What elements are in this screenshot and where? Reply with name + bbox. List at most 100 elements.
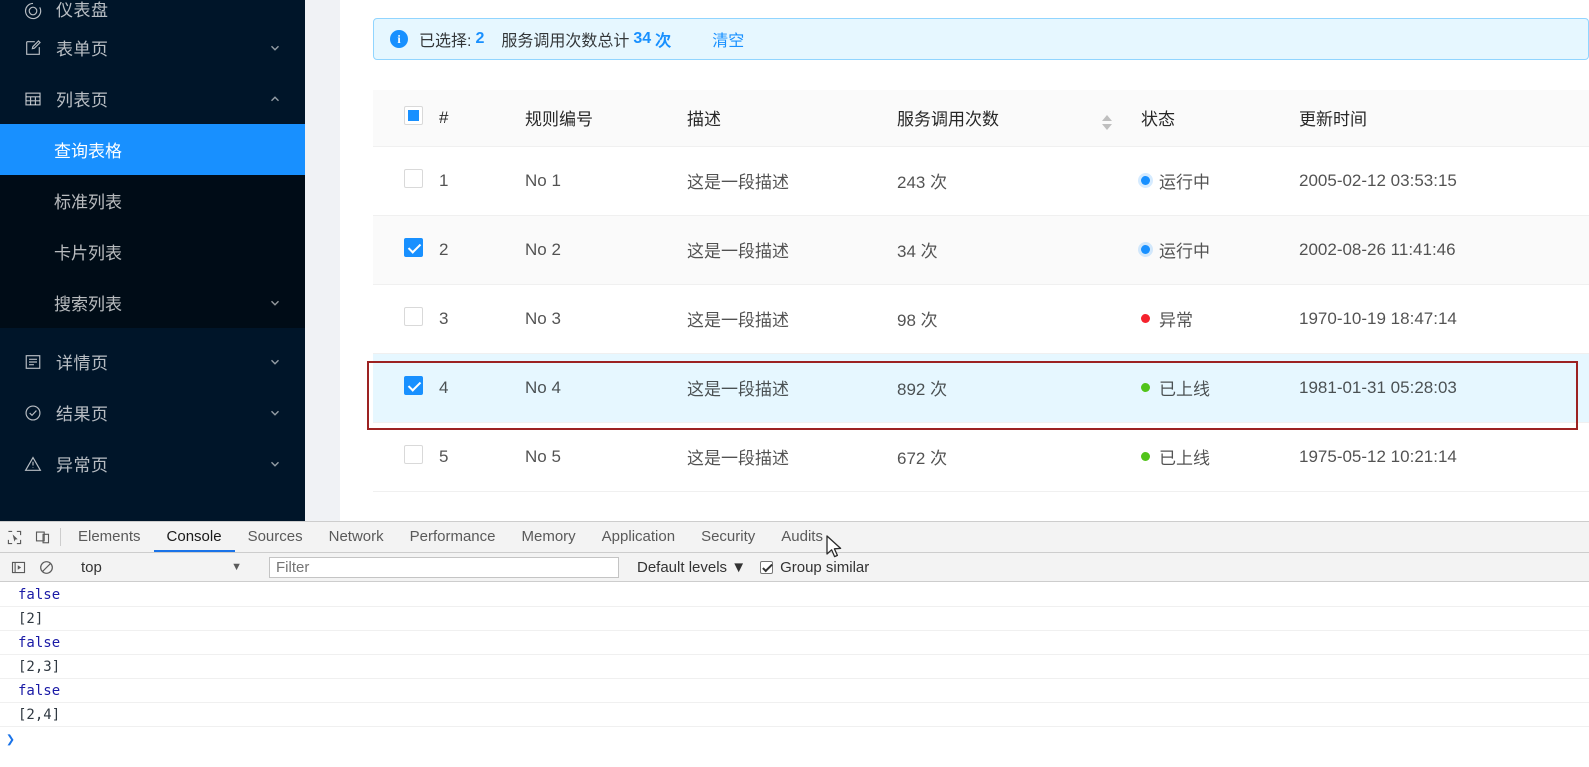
- table-row[interactable]: 2 No 2 这是一段描述 34 次 运行中 2002-08-26 11:41:…: [373, 215, 1589, 285]
- sidebar-subitem-label: 查询表格: [54, 142, 122, 161]
- row-spacer: [1102, 353, 1141, 423]
- row-status-cell: 异常: [1141, 284, 1299, 354]
- dashboard-icon: [23, 1, 43, 21]
- table-row[interactable]: 1 No 1 这是一段描述 243 次 运行中 2005-02-12 03:53…: [373, 146, 1589, 216]
- table-header-row: # 规则编号 描述 服务调用次数 状态 更新时间: [373, 90, 1589, 147]
- row-rule: No 3: [525, 284, 687, 354]
- sort-arrows-icon[interactable]: [1102, 114, 1112, 130]
- main-content: i 已选择: 2 服务调用次数总计 34 次 清空 # 规则编号 描述 服务调用…: [305, 0, 1589, 521]
- clear-console-icon[interactable]: [32, 560, 60, 575]
- select-all-checkbox[interactable]: [404, 105, 423, 125]
- console-line: [2,4]: [0, 703, 1589, 727]
- tab-memory[interactable]: Memory: [509, 522, 589, 552]
- tab-elements[interactable]: Elements: [65, 522, 154, 552]
- row-calls: 243 次: [897, 146, 1102, 216]
- chevron-up-icon[interactable]: [268, 92, 282, 106]
- row-desc: 这是一段描述: [687, 353, 897, 423]
- console-output[interactable]: false [2] false [2,3] false [2,4] ❯: [0, 583, 1589, 767]
- card-padding: i 已选择: 2 服务调用次数总计 34 次 清空 # 规则编号 描述 服务调用…: [340, 0, 1589, 492]
- group-similar-toggle[interactable]: Group similar: [760, 559, 869, 576]
- sidebar-item-dashboard[interactable]: 仪表盘: [0, 0, 305, 22]
- sort-descending-icon[interactable]: [1102, 123, 1112, 130]
- sidebar-item-list[interactable]: 列表页: [0, 73, 305, 124]
- table-icon: [23, 89, 43, 109]
- tab-application[interactable]: Application: [589, 522, 688, 552]
- profile-icon: [23, 352, 43, 372]
- table-row[interactable]: 3 No 3 这是一段描述 98 次 异常 1970-10-19 18:47:1…: [373, 284, 1589, 354]
- row-rule: No 4: [525, 353, 687, 423]
- th-index: #: [439, 90, 525, 147]
- table-row[interactable]: 4 No 4 这是一段描述 892 次 已上线 1981-01-31 05:28…: [373, 353, 1589, 423]
- row-time: 1975-05-12 10:21:14: [1299, 422, 1589, 492]
- tab-network[interactable]: Network: [316, 522, 397, 552]
- row-status-cell: 已上线: [1141, 422, 1299, 492]
- row-index: 5: [439, 422, 525, 492]
- console-filter-input[interactable]: [269, 556, 619, 578]
- chevron-down-icon[interactable]: [268, 355, 282, 369]
- row-checkbox[interactable]: [404, 306, 423, 326]
- row-calls: 98 次: [897, 284, 1102, 354]
- row-rule: No 5: [525, 422, 687, 492]
- sidebar-item-exception[interactable]: 异常页: [0, 438, 305, 489]
- console-levels-label: Default levels: [637, 558, 728, 576]
- status-badge: 运行中: [1159, 242, 1210, 261]
- sort-ascending-icon[interactable]: [1102, 114, 1112, 121]
- sidebar-nav: 仪表盘 表单页 列表页 查询表格 标准列表 卡片列表 搜索列表 详情页 结果页 …: [0, 0, 305, 521]
- chevron-down-icon[interactable]: [268, 406, 282, 420]
- tab-sources[interactable]: Sources: [235, 522, 316, 552]
- status-dot-icon: [1141, 452, 1150, 461]
- tab-console[interactable]: Console: [153, 522, 235, 552]
- sidebar-item-search-list[interactable]: 搜索列表: [0, 277, 305, 328]
- sidebar-item-query-table[interactable]: 查询表格: [0, 124, 305, 175]
- status-dot-icon: [1141, 383, 1150, 392]
- th-sort[interactable]: [1102, 90, 1141, 147]
- sidebar-item-result[interactable]: 结果页: [0, 387, 305, 438]
- console-context-selector[interactable]: top ▼: [75, 557, 250, 578]
- status-badge: 运行中: [1159, 173, 1210, 192]
- console-prompt[interactable]: ❯: [0, 727, 1589, 751]
- row-desc: 这是一段描述: [687, 215, 897, 285]
- row-checkbox[interactable]: [404, 237, 423, 257]
- table-body: 1 No 1 这是一段描述 243 次 运行中 2005-02-12 03:53…: [373, 146, 1589, 492]
- table-row[interactable]: 5 No 5 这是一段描述 672 次 已上线 1975-05-12 10:21…: [373, 422, 1589, 492]
- row-select-cell: [373, 284, 439, 354]
- console-levels-dropdown[interactable]: Default levels ▼: [637, 559, 746, 576]
- chevron-down-icon: ▼: [231, 561, 242, 573]
- alert-selected-label: 已选择:: [419, 33, 472, 50]
- row-index: 4: [439, 353, 525, 423]
- sidebar-item-standard-list[interactable]: 标准列表: [0, 175, 305, 226]
- devtools-panel: Elements Console Sources Network Perform…: [0, 521, 1589, 767]
- sidebar-item-card-list[interactable]: 卡片列表: [0, 226, 305, 277]
- execute-script-icon[interactable]: [4, 560, 32, 575]
- row-desc: 这是一段描述: [687, 146, 897, 216]
- device-toolbar-icon[interactable]: [28, 522, 56, 552]
- console-line: false: [0, 679, 1589, 703]
- group-similar-checkbox[interactable]: [760, 560, 774, 574]
- row-checkbox[interactable]: [404, 168, 423, 188]
- row-rule: No 2: [525, 215, 687, 285]
- chevron-down-icon[interactable]: [268, 457, 282, 471]
- status-badge: 已上线: [1159, 449, 1210, 468]
- browser-viewport: 仪表盘 表单页 列表页 查询表格 标准列表 卡片列表 搜索列表 详情页 结果页 …: [0, 0, 1589, 521]
- chevron-down-icon[interactable]: [268, 296, 282, 310]
- row-spacer: [1102, 284, 1141, 354]
- tab-security[interactable]: Security: [688, 522, 768, 552]
- row-checkbox[interactable]: [404, 444, 423, 464]
- inspect-element-icon[interactable]: [0, 522, 28, 552]
- sidebar-item-form[interactable]: 表单页: [0, 22, 305, 73]
- sidebar-submenu-list: 查询表格 标准列表 卡片列表 搜索列表: [0, 124, 305, 328]
- clear-selection-link[interactable]: 清空: [712, 27, 744, 51]
- row-calls: 892 次: [897, 353, 1102, 423]
- sidebar-divider: [0, 328, 305, 336]
- th-rule: 规则编号: [525, 90, 687, 147]
- tab-audits[interactable]: Audits: [768, 522, 836, 552]
- check-circle-icon: [23, 403, 43, 423]
- sidebar-item-profile[interactable]: 详情页: [0, 336, 305, 387]
- chevron-down-icon[interactable]: [268, 41, 282, 55]
- th-status: 状态: [1141, 90, 1299, 147]
- row-checkbox[interactable]: [404, 375, 423, 395]
- tab-performance[interactable]: Performance: [397, 522, 509, 552]
- console-line: [2,3]: [0, 655, 1589, 679]
- devtools-tabbar: Elements Console Sources Network Perform…: [0, 522, 1589, 553]
- chevron-down-icon: ▼: [731, 558, 747, 576]
